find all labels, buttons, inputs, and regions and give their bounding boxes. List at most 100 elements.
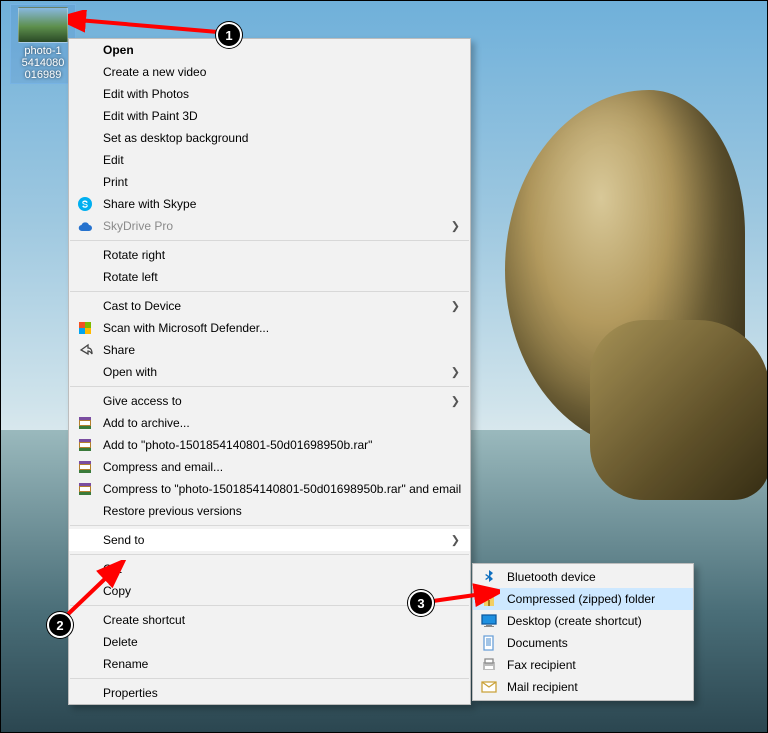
menu-item-label: Scan with Microsoft Defender... xyxy=(103,321,269,335)
menu-separator xyxy=(70,678,469,679)
menu-item-label: Cast to Device xyxy=(103,299,181,313)
menu-item-label: Rotate left xyxy=(103,270,158,284)
menu-item-label: Edit xyxy=(103,153,124,167)
menu-item-label: Send to xyxy=(103,533,144,547)
chevron-right-icon: ❯ xyxy=(451,300,460,313)
menu-item[interactable]: Open xyxy=(69,39,470,61)
menu-item[interactable]: Rotate left xyxy=(69,266,470,288)
menu-item-label: Add to archive... xyxy=(103,416,190,430)
submenu-item-label: Fax recipient xyxy=(507,658,576,672)
submenu-item[interactable]: Bluetooth device xyxy=(473,566,693,588)
menu-item[interactable]: Edit with Photos xyxy=(69,83,470,105)
share-icon xyxy=(77,342,93,358)
submenu-item[interactable]: Compressed (zipped) folder xyxy=(473,588,693,610)
chevron-right-icon: ❯ xyxy=(451,220,460,233)
menu-item[interactable]: Create shortcut xyxy=(69,609,470,631)
submenu-item-label: Documents xyxy=(507,636,568,650)
menu-item[interactable]: Print xyxy=(69,171,470,193)
chevron-right-icon: ❯ xyxy=(451,366,460,379)
menu-item-label: Open with xyxy=(103,365,157,379)
menu-item[interactable]: Edit with Paint 3D xyxy=(69,105,470,127)
skype-icon xyxy=(77,196,93,212)
menu-item[interactable]: Restore previous versions xyxy=(69,500,470,522)
menu-item-label: Edit with Photos xyxy=(103,87,189,101)
menu-item[interactable]: Rename xyxy=(69,653,470,675)
bluetooth-icon xyxy=(481,569,497,585)
menu-item-label: Properties xyxy=(103,686,158,700)
menu-item[interactable]: Delete xyxy=(69,631,470,653)
shield-icon xyxy=(77,320,93,336)
menu-item-label: Compress and email... xyxy=(103,460,223,474)
zip-icon xyxy=(481,591,497,607)
menu-item[interactable]: Scan with Microsoft Defender... xyxy=(69,317,470,339)
menu-item[interactable]: Compress and email... xyxy=(69,456,470,478)
menu-item-label: Create shortcut xyxy=(103,613,185,627)
menu-item: SkyDrive Pro ❯ xyxy=(69,215,470,237)
desktop-icon xyxy=(481,613,497,629)
wallpaper-rock2 xyxy=(590,320,768,500)
chevron-right-icon: ❯ xyxy=(451,534,460,547)
submenu-item-label: Desktop (create shortcut) xyxy=(507,614,642,628)
menu-separator xyxy=(70,386,469,387)
menu-item-label: Rotate right xyxy=(103,248,165,262)
menu-item-label: Delete xyxy=(103,635,138,649)
rar-icon xyxy=(77,459,93,475)
submenu-item[interactable]: Documents xyxy=(473,632,693,654)
cloud-icon xyxy=(77,218,93,234)
menu-separator xyxy=(70,525,469,526)
menu-item[interactable]: Add to archive... xyxy=(69,412,470,434)
menu-item-label: Give access to xyxy=(103,394,182,408)
menu-item-label: SkyDrive Pro xyxy=(103,219,173,233)
callout-3: 3 xyxy=(408,590,434,616)
menu-item-label: Open xyxy=(103,43,134,57)
menu-item[interactable]: Cast to Device ❯ xyxy=(69,295,470,317)
file-thumbnail xyxy=(18,7,68,43)
menu-item[interactable]: Give access to ❯ xyxy=(69,390,470,412)
menu-item[interactable]: Create a new video xyxy=(69,61,470,83)
submenu-item[interactable]: Mail recipient xyxy=(473,676,693,698)
menu-item[interactable]: Set as desktop background xyxy=(69,127,470,149)
menu-item[interactable]: Properties xyxy=(69,682,470,704)
menu-item[interactable]: Add to "photo-1501854140801-50d01698950b… xyxy=(69,434,470,456)
submenu-item-label: Compressed (zipped) folder xyxy=(507,592,655,606)
mail-icon xyxy=(481,679,497,695)
rar-icon xyxy=(77,437,93,453)
rar-icon xyxy=(77,415,93,431)
menu-item-label: Edit with Paint 3D xyxy=(103,109,198,123)
menu-item-label: Restore previous versions xyxy=(103,504,242,518)
menu-item-label: Copy xyxy=(103,584,131,598)
menu-item-label: Set as desktop background xyxy=(103,131,248,145)
menu-item[interactable]: Send to ❯ xyxy=(69,529,470,551)
menu-item-label: Share with Skype xyxy=(103,197,196,211)
menu-item-label: Add to "photo-1501854140801-50d01698950b… xyxy=(103,438,372,452)
menu-item-label: Cut xyxy=(103,562,122,576)
menu-item-label: Share xyxy=(103,343,135,357)
submenu-item-label: Mail recipient xyxy=(507,680,578,694)
submenu-item[interactable]: Desktop (create shortcut) xyxy=(473,610,693,632)
menu-item-label: Create a new video xyxy=(103,65,206,79)
menu-separator xyxy=(70,554,469,555)
menu-item[interactable]: Share with Skype xyxy=(69,193,470,215)
menu-item[interactable]: Cut xyxy=(69,558,470,580)
menu-item-label: Print xyxy=(103,175,128,189)
menu-item-label: Rename xyxy=(103,657,148,671)
file-label: photo-1 5414080 016989 xyxy=(13,45,73,81)
menu-item-label: Compress to "photo-1501854140801-50d0169… xyxy=(103,482,461,496)
send-to-submenu[interactable]: Bluetooth device Compressed (zipped) fold… xyxy=(472,563,694,701)
callout-2: 2 xyxy=(47,612,73,638)
desktop-file-icon[interactable]: photo-1 5414080 016989 xyxy=(10,4,76,84)
menu-item[interactable]: Share xyxy=(69,339,470,361)
fax-icon xyxy=(481,657,497,673)
submenu-item-label: Bluetooth device xyxy=(507,570,596,584)
menu-item[interactable]: Compress to "photo-1501854140801-50d0169… xyxy=(69,478,470,500)
doc-icon xyxy=(481,635,497,651)
menu-separator xyxy=(70,291,469,292)
menu-item[interactable]: Rotate right xyxy=(69,244,470,266)
submenu-item[interactable]: Fax recipient xyxy=(473,654,693,676)
menu-separator xyxy=(70,240,469,241)
menu-item[interactable]: Open with ❯ xyxy=(69,361,470,383)
callout-1: 1 xyxy=(216,22,242,48)
rar-icon xyxy=(77,481,93,497)
chevron-right-icon: ❯ xyxy=(451,395,460,408)
menu-item[interactable]: Edit xyxy=(69,149,470,171)
